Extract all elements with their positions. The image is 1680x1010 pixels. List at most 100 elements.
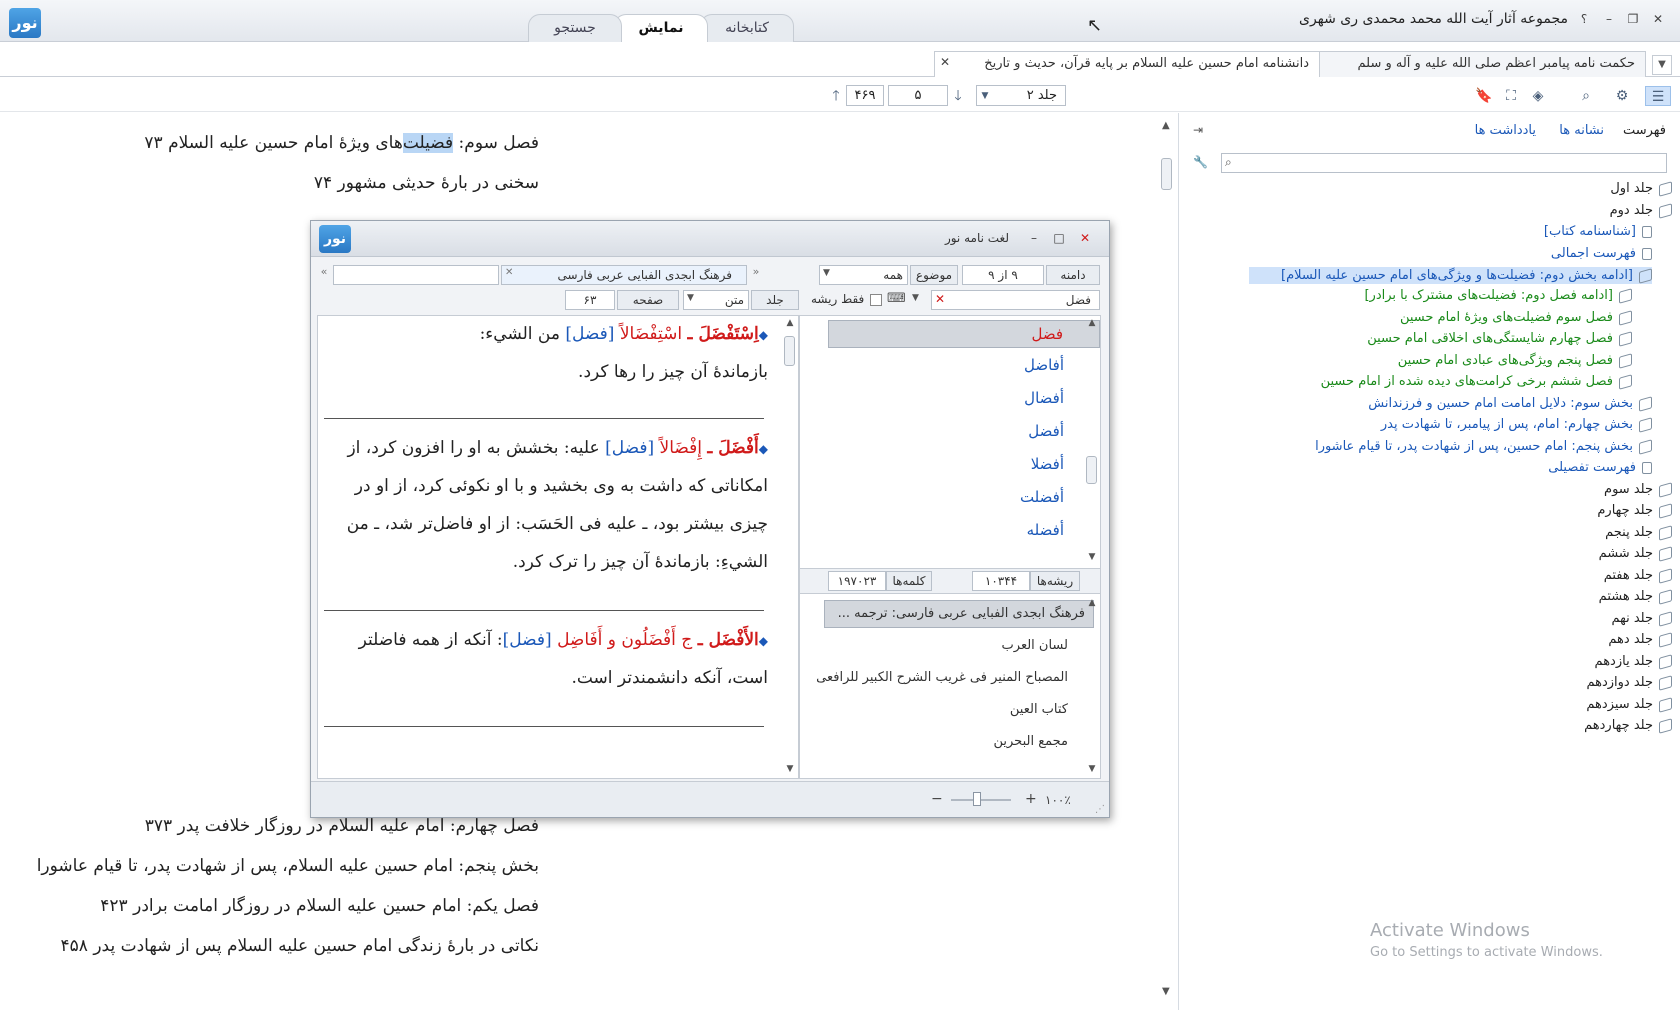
wrench-icon[interactable]: 🔧 [1193, 155, 1208, 169]
search-icon[interactable]: ⌕ [1225, 155, 1232, 170]
toc-item[interactable]: جلد سیزدهم [1586, 696, 1672, 713]
chevron-down-icon[interactable]: ▼ [687, 293, 694, 303]
dictionary-item[interactable]: لسان العرب [1002, 638, 1068, 653]
scrollbar-thumb[interactable] [1161, 158, 1172, 190]
toc-item[interactable]: فصل چهارم شایستگی‌های اخلاقی امام حسین [1367, 330, 1632, 347]
book-selector[interactable]: فرهنگ ابجدی الفبایی عربی فارسی [501, 265, 747, 285]
scroll-down-icon[interactable]: ▼ [1086, 764, 1098, 774]
toc-item[interactable]: بخش سوم: دلایل امامت امام حسین و فرزندان… [1368, 395, 1652, 412]
zoom-out-button[interactable]: − [931, 791, 943, 807]
layers-icon[interactable]: ◈ [1528, 86, 1548, 106]
resize-grip-icon[interactable]: ⋰ [1095, 804, 1105, 815]
word-search-input[interactable]: فضل [931, 290, 1100, 310]
lexicon-maximize-button[interactable]: □ [1050, 230, 1068, 246]
word-item[interactable]: أفضلا [1031, 455, 1064, 473]
fullscreen-icon[interactable]: ⛶ [1501, 86, 1521, 106]
toc-item[interactable]: جلد چهارم [1597, 502, 1672, 519]
minimize-button[interactable]: – [1599, 10, 1619, 28]
page-value[interactable]: ۶۳ [565, 290, 615, 310]
help-button[interactable]: ؟ [1574, 10, 1594, 28]
sidebar-tab-bookmarks[interactable]: نشانه ها [1559, 123, 1604, 138]
dictionary-item[interactable]: مجمع البحرين [994, 734, 1069, 749]
collapse-panel-icon[interactable]: ⇥ [1193, 123, 1203, 137]
toc-item[interactable]: جلد نهم [1611, 610, 1672, 627]
toc-item[interactable]: جلد ششم [1599, 545, 1672, 562]
scroll-up-icon[interactable]: ▲ [1086, 318, 1098, 328]
chevron-down-icon[interactable]: ▼ [823, 268, 830, 278]
zoom-slider-track[interactable] [951, 799, 1011, 801]
toc-item[interactable]: جلد دوازدهم [1586, 674, 1672, 691]
close-tab-icon[interactable]: ✕ [940, 55, 950, 69]
toc-item[interactable]: جلد دوم [1610, 202, 1672, 219]
lexicon-minimize-button[interactable]: – [1025, 230, 1043, 246]
toc-item[interactable]: جلد هشتم [1599, 588, 1672, 605]
doc-tab-daneshnameh[interactable]: دانشنامه امام حسین علیه السلام بر پایه ق… [934, 51, 1320, 77]
tab-library[interactable]: کتابخانه [700, 14, 794, 42]
lexicon-title-bar[interactable]: نور لغت نامه نور – □ ✕ [311, 221, 1109, 257]
search-icon[interactable]: ⌕ [1576, 86, 1596, 106]
toc-item[interactable]: [ادامه بخش دوم: فضیلت‌ها و ویژگی‌های اما… [1249, 267, 1652, 284]
scrollbar-thumb[interactable] [1086, 456, 1097, 484]
toc-list-icon[interactable]: ☰ [1645, 86, 1671, 106]
word-item[interactable]: أفضال [1024, 389, 1064, 407]
sidebar-tab-notes[interactable]: یادداشت ها [1475, 123, 1536, 138]
nav-first-icon[interactable]: « [317, 265, 331, 283]
toc-search-input[interactable]: ⌕ [1221, 153, 1667, 173]
page-input[interactable]: ۵ [888, 85, 948, 106]
book-search-field[interactable] [333, 265, 499, 285]
scroll-down-icon[interactable]: ▼ [784, 764, 796, 774]
scroll-up-icon[interactable]: ▲ [784, 318, 796, 328]
nav-last-icon[interactable]: » [749, 265, 763, 283]
clear-search-icon[interactable]: ✕ [935, 292, 945, 306]
word-item-selected[interactable]: فضل [828, 320, 1100, 348]
gear-icon[interactable]: ⚙ [1612, 86, 1632, 106]
toc-item[interactable]: [ادامه فصل دوم: فضیلت‌های مشترک با برادر… [1364, 287, 1632, 304]
word-item[interactable]: أفضله [1027, 521, 1064, 539]
toc-item[interactable]: بخش چهارم: امام، پس از پیامبر، تا شهادت … [1381, 416, 1652, 433]
toc-item[interactable]: [شناسنامه کتاب] [1544, 224, 1652, 239]
toc-item[interactable]: فهرست تفصیلی [1548, 460, 1652, 475]
tab-display[interactable]: نمایش [614, 14, 708, 42]
toc-item[interactable]: جلد چهاردهم [1584, 717, 1672, 734]
scroll-down-icon[interactable]: ▼ [1162, 986, 1170, 997]
toc-item[interactable]: جلد اول [1610, 180, 1672, 197]
toc-item[interactable]: جلد هفتم [1604, 567, 1672, 584]
dictionary-item[interactable]: المصباح المنير فی غريب الشرح الكبير للرا… [816, 670, 1068, 685]
word-item[interactable]: أفاضل [1024, 356, 1064, 374]
zoom-slider-thumb[interactable] [973, 792, 981, 806]
clear-icon[interactable]: ✕ [505, 267, 513, 278]
word-item[interactable]: أفضل [1028, 422, 1064, 440]
word-item[interactable]: أفضلت [1020, 488, 1064, 506]
keyboard-icon[interactable]: ⌨ [887, 291, 906, 306]
toc-item[interactable]: جلد پنجم [1605, 524, 1672, 541]
doc-tab-hekmat[interactable]: حکمت نامه پیامبر اعظم صلی الله علیه و آل… [1318, 51, 1646, 77]
toc-item[interactable]: بخش پنجم: امام حسین، پس از شهادت پدر، تا… [1315, 438, 1652, 455]
root-only-checkbox[interactable] [870, 294, 882, 306]
prev-page-icon[interactable]: 🡑 [828, 86, 844, 106]
dictionary-item[interactable]: كتاب العين [1010, 702, 1068, 717]
chevron-down-icon[interactable]: ▼ [912, 293, 919, 303]
document-scrollbar[interactable]: ▲ ▼ [1160, 120, 1174, 1005]
tab-search[interactable]: جستجو [528, 14, 622, 42]
toc-item[interactable]: فصل ششم برخی کرامت‌های دیده شده از امام … [1321, 373, 1632, 390]
tabs-dropdown-icon[interactable]: ▼ [1652, 55, 1672, 75]
toc-item[interactable]: فهرست اجمالی [1551, 246, 1652, 261]
dictionary-item-selected[interactable]: فرهنگ ابجدی الفبایی عربی فارسی: ترجمه ..… [824, 600, 1094, 628]
scroll-down-icon[interactable]: ▼ [1086, 552, 1098, 562]
toc-item[interactable]: جلد سوم [1604, 481, 1672, 498]
scrollbar-thumb[interactable] [784, 336, 795, 366]
scroll-up-icon[interactable]: ▲ [1162, 120, 1170, 131]
chevron-down-icon[interactable]: ▼ [978, 86, 992, 106]
sidebar-tab-toc[interactable]: فهرست [1623, 123, 1666, 138]
toc-item[interactable]: جلد یازدهم [1595, 653, 1672, 670]
toc-item[interactable]: جلد دهم [1608, 631, 1672, 648]
next-page-icon[interactable]: 🡓 [950, 86, 966, 106]
lexicon-close-button[interactable]: ✕ [1076, 230, 1094, 246]
toc-item[interactable]: فصل پنجم ویژگی‌های عبادی امام حسین [1398, 352, 1632, 369]
toc-item[interactable]: فصل سوم فضیلت‌های ویژهٔ امام حسین [1400, 309, 1632, 326]
bookmark-icon[interactable]: 🔖 [1474, 86, 1494, 106]
scroll-up-icon[interactable]: ▲ [1086, 598, 1098, 608]
close-button[interactable]: ✕ [1648, 10, 1668, 28]
zoom-in-button[interactable]: + [1025, 791, 1037, 807]
restore-button[interactable]: ❐ [1623, 10, 1643, 28]
